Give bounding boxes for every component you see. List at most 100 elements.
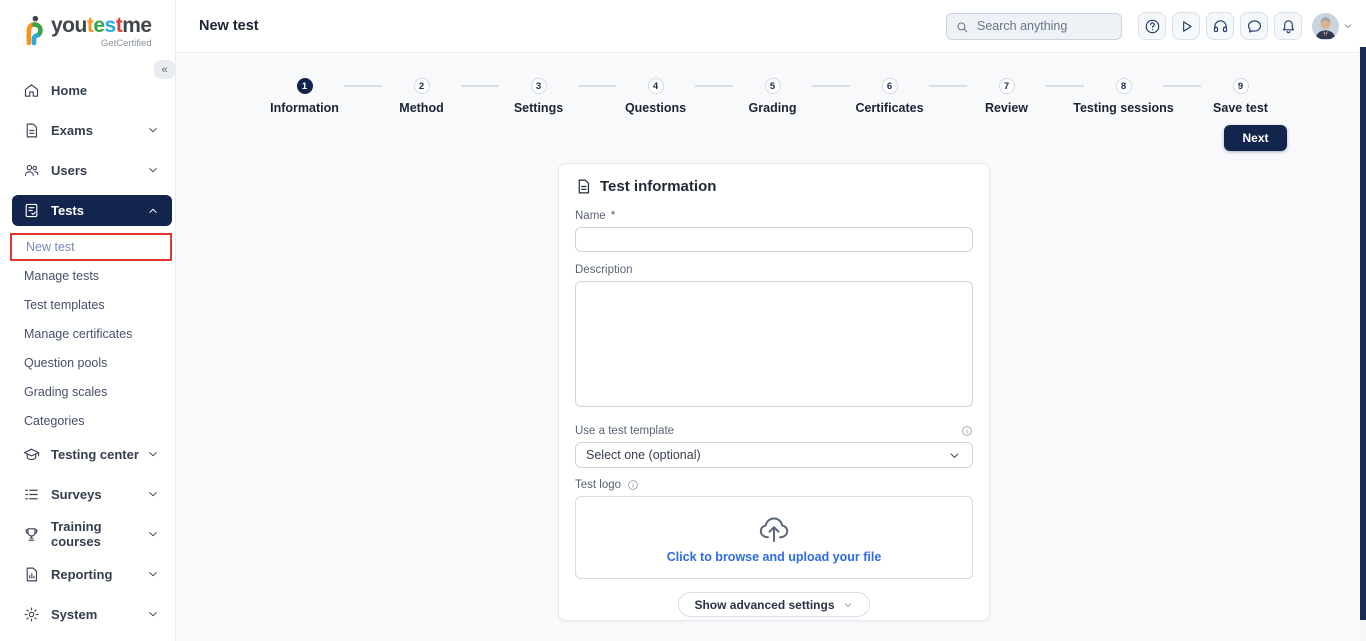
- chevron-down-icon: [146, 163, 160, 177]
- sidebar-item-training-courses[interactable]: Training courses: [0, 519, 175, 549]
- step-testing-sessions[interactable]: 8 Testing sessions: [1065, 78, 1201, 115]
- testing-center-icon: [23, 446, 40, 463]
- sidebar-nav: Home Exams Users Tests New test Manage t…: [0, 62, 175, 625]
- step-label: Information: [270, 101, 339, 115]
- step-label: Certificates: [855, 101, 924, 115]
- step-label: Testing sessions: [1073, 101, 1174, 115]
- sidebar-item-label: Surveys: [51, 486, 102, 502]
- chevron-down-icon: [146, 123, 160, 137]
- step-number: 7: [998, 78, 1015, 94]
- template-label: Use a test template: [575, 425, 675, 437]
- sidebar-item-tests[interactable]: Tests: [12, 195, 172, 226]
- test-information-card: Test information Name * Description Use …: [558, 163, 990, 621]
- app-logo[interactable]: youtestme GetCertified: [0, 0, 175, 62]
- sidebar-item-users[interactable]: Users: [0, 159, 175, 181]
- sidebar-item-question-pools[interactable]: Question pools: [0, 348, 175, 377]
- sidebar-item-test-templates[interactable]: Test templates: [0, 290, 175, 319]
- required-marker: *: [610, 210, 616, 222]
- name-field[interactable]: [575, 227, 973, 252]
- sidebar-item-system[interactable]: System: [0, 603, 175, 625]
- page-title: New test: [199, 18, 259, 34]
- step-label: Save test: [1213, 101, 1268, 115]
- sidebar-item-home[interactable]: Home: [0, 79, 175, 101]
- logo-segment: you: [51, 14, 87, 37]
- help-icon: [1144, 18, 1161, 35]
- sidebar-item-new-test[interactable]: New test: [10, 233, 172, 261]
- cloud-upload-icon: [752, 511, 796, 547]
- sidebar-item-categories[interactable]: Categories: [0, 406, 175, 435]
- tests-submenu: New test Manage tests Test templates Man…: [0, 233, 175, 435]
- chevron-down-icon: [947, 448, 962, 463]
- sidebar-item-manage-certificates[interactable]: Manage certificates: [0, 319, 175, 348]
- next-button[interactable]: Next: [1224, 125, 1287, 151]
- step-label: Questions: [624, 101, 687, 115]
- step-review[interactable]: 7 Review: [948, 78, 1084, 115]
- chevron-down-icon: [1342, 20, 1354, 32]
- chevron-up-icon: [146, 204, 160, 218]
- avatar: [1312, 12, 1339, 40]
- chevron-down-icon: [146, 607, 160, 621]
- tutorial-play-button[interactable]: [1172, 12, 1200, 40]
- step-certificates[interactable]: 6 Certificates: [831, 78, 967, 115]
- logo-segment: s: [104, 14, 117, 37]
- training-courses-icon: [23, 526, 40, 543]
- user-menu[interactable]: [1312, 12, 1354, 40]
- sidebar-item-label: Users: [51, 162, 88, 178]
- advanced-settings-label: Show advanced settings: [694, 597, 835, 612]
- help-button[interactable]: [1138, 12, 1166, 40]
- step-method[interactable]: 2 Method: [363, 78, 499, 115]
- sidebar-item-label: System: [51, 606, 98, 622]
- step-number: 6: [881, 78, 898, 94]
- description-label: Description: [575, 264, 633, 276]
- info-icon[interactable]: [627, 479, 639, 491]
- search-icon: [955, 20, 969, 34]
- logo-segment: e: [93, 14, 105, 37]
- scrollbar-track[interactable]: [1359, 47, 1366, 641]
- sidebar-item-surveys[interactable]: Surveys: [0, 483, 175, 505]
- step-number: 9: [1232, 78, 1249, 94]
- surveys-icon: [23, 486, 40, 503]
- step-number: 3: [530, 78, 547, 94]
- sidebar-item-testing-center[interactable]: Testing center: [0, 443, 175, 465]
- logo-upload-dropzone[interactable]: Click to browse and upload your file: [575, 496, 973, 579]
- step-save-test[interactable]: 9 Save test: [1182, 78, 1299, 115]
- youtestme-logo-icon: [26, 15, 43, 46]
- step-label: Settings: [513, 101, 564, 115]
- chevron-down-icon: [146, 527, 160, 541]
- support-button[interactable]: [1206, 12, 1234, 40]
- step-grading[interactable]: 5 Grading: [714, 78, 850, 115]
- main-content: 1 Information 2 Method 3 Settings 4 Ques…: [176, 54, 1366, 641]
- scrollbar-thumb[interactable]: [1360, 47, 1366, 620]
- sidebar-item-grading-scales[interactable]: Grading scales: [0, 377, 175, 406]
- chevron-down-icon: [146, 447, 160, 461]
- logo-segment: me: [122, 14, 152, 37]
- system-icon: [23, 606, 40, 623]
- step-number: 1: [296, 78, 313, 94]
- chevron-down-icon: [842, 599, 854, 611]
- submenu-label: Grading scales: [24, 384, 108, 399]
- description-field[interactable]: [575, 281, 973, 407]
- step-questions[interactable]: 4 Questions: [597, 78, 733, 115]
- submenu-label: Categories: [24, 413, 85, 428]
- test-logo-label: Test logo: [575, 479, 622, 491]
- template-select[interactable]: Select one (optional): [575, 442, 973, 468]
- show-advanced-settings-button[interactable]: Show advanced settings: [678, 592, 870, 617]
- name-label: Name: [575, 210, 606, 222]
- sidebar-item-label: Testing center: [51, 446, 139, 462]
- step-information[interactable]: 1 Information: [246, 78, 382, 115]
- upload-link-text: Click to browse and upload your file: [666, 550, 882, 564]
- sidebar-item-manage-tests[interactable]: Manage tests: [0, 261, 175, 290]
- step-settings[interactable]: 3 Settings: [480, 78, 616, 115]
- sidebar-item-label: Reporting: [51, 566, 113, 582]
- chevron-down-icon: [146, 487, 160, 501]
- sidebar-item-exams[interactable]: Exams: [0, 119, 175, 141]
- sidebar-item-reporting[interactable]: Reporting: [0, 563, 175, 585]
- messages-button[interactable]: [1240, 12, 1268, 40]
- home-icon: [23, 82, 40, 99]
- notifications-button[interactable]: [1274, 12, 1302, 40]
- tests-icon: [23, 202, 40, 219]
- search-input[interactable]: [946, 12, 1122, 40]
- card-title: Test information: [600, 178, 717, 195]
- sidebar-collapse-button[interactable]: «: [154, 60, 175, 79]
- info-icon[interactable]: [961, 425, 973, 437]
